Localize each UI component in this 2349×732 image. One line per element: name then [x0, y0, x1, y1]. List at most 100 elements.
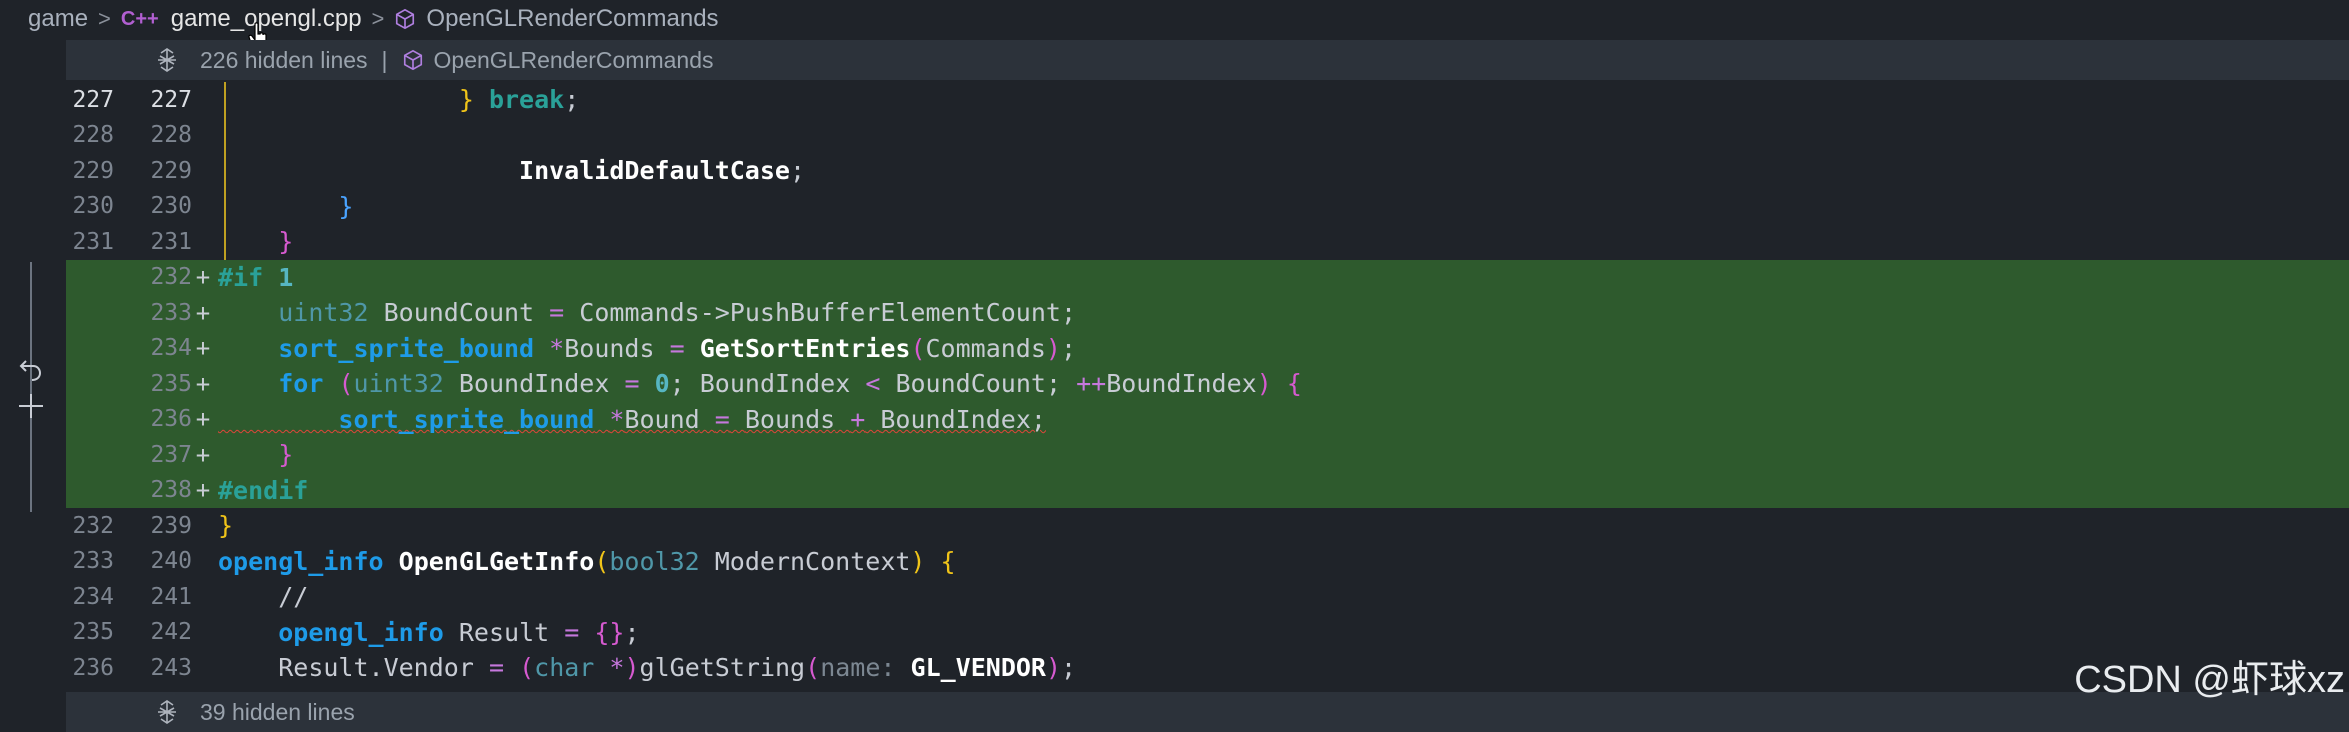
added-code-line[interactable]: 234 + sort_sprite_bound *Bounds = GetSor…	[66, 330, 2349, 366]
code-text: opengl_info Result = {};	[214, 617, 639, 647]
new-line-number: 233	[150, 299, 192, 326]
diff-marker: +	[195, 369, 211, 398]
token: for	[278, 369, 324, 399]
new-line-number: 240	[150, 548, 192, 575]
hidden-lines-bar[interactable]: 39 hidden lines	[66, 692, 2349, 732]
hidden-lines-bar[interactable]: 226 hidden lines | OpenGLRenderCommands	[66, 40, 2349, 80]
token: }	[278, 227, 294, 257]
code-text-error: sort_sprite_bound *Bound = Bounds + Boun…	[214, 405, 1046, 434]
token: }	[458, 85, 474, 115]
token: {	[940, 546, 956, 576]
old-line-number: 236	[72, 654, 114, 681]
token: char	[534, 653, 595, 683]
new-line-number: 238	[150, 477, 192, 504]
hidden-bar-separator: |	[381, 46, 388, 73]
code-text: uint32 BoundCount = Commands->PushBuffer…	[214, 298, 1076, 327]
added-code-line[interactable]: 232 + #if 1	[66, 259, 2349, 295]
token: =	[564, 617, 580, 647]
plus-icon[interactable]	[16, 391, 46, 421]
diff-change-rail	[30, 262, 32, 512]
added-code-line[interactable]: 233 + uint32 BoundCount = Commands->Push…	[66, 295, 2349, 331]
added-code-line[interactable]: 237 + }	[66, 437, 2349, 473]
token: opengl_info	[278, 617, 444, 647]
code-text: }	[214, 511, 233, 540]
new-line-number: 235	[150, 370, 192, 397]
code-text: opengl_info OpenGLGetInfo(bool32 ModernC…	[214, 547, 956, 576]
diff-marker: +	[195, 263, 211, 292]
added-code-line[interactable]: 235 + for (uint32 BoundIndex = 0; BoundI…	[66, 366, 2349, 402]
token: BoundCount;	[895, 369, 1062, 399]
hidden-lines-label: 39 hidden lines	[200, 698, 355, 725]
new-line-number: 243	[150, 654, 192, 681]
symbol-class-icon	[396, 8, 415, 30]
new-line-number: 242	[150, 619, 192, 646]
token: OpenGLGetInfo	[398, 546, 595, 576]
token: }	[278, 440, 294, 470]
added-code-line[interactable]: 236 + sort_sprite_bound *Bound = Bounds …	[66, 401, 2349, 437]
symbol-class-icon	[403, 49, 422, 71]
new-line-number: 241	[150, 583, 192, 610]
unfold-icon[interactable]	[154, 699, 180, 725]
code-text: #if 1	[214, 263, 293, 292]
code-line[interactable]: 230 230 }	[66, 189, 2349, 225]
code-text: }	[214, 440, 293, 469]
token: Bounds	[744, 404, 836, 434]
hidden-lines-label: 226 hidden lines	[200, 46, 368, 73]
cpp-file-icon: C++	[120, 7, 159, 30]
token: =	[714, 404, 730, 434]
code-line[interactable]: 236 243 Result.Vendor = (char *)glGetStr…	[66, 650, 2349, 686]
token: *	[609, 653, 625, 683]
unfold-icon[interactable]	[154, 47, 180, 73]
code-line[interactable]: 228 228	[66, 118, 2349, 154]
code-line[interactable]: 231 231 }	[66, 224, 2349, 260]
code-line[interactable]: 227 227 } break;	[66, 82, 2349, 118]
token: glGetString	[639, 653, 806, 683]
code-line[interactable]: 233 240 opengl_info OpenGLGetInfo(bool32…	[66, 544, 2349, 580]
hidden-bar-symbol[interactable]: OpenGLRenderCommands	[434, 47, 714, 74]
token: (	[594, 546, 610, 576]
token: Bounds	[564, 333, 655, 363]
breadcrumb-symbol[interactable]: OpenGLRenderCommands	[426, 5, 718, 33]
old-line-number: 228	[72, 122, 114, 149]
revert-icon[interactable]	[18, 355, 44, 383]
chevron-right-icon: >	[98, 6, 111, 31]
token: //	[278, 582, 309, 612]
token: uint32	[278, 298, 369, 328]
old-line-number: 234	[72, 583, 114, 610]
old-line-number: 230	[72, 193, 114, 220]
token: Commands->PushBufferElementCount;	[579, 298, 1076, 328]
token: =	[624, 369, 640, 399]
token: +	[850, 404, 866, 434]
code-line[interactable]: 234 241 //	[66, 579, 2349, 615]
new-line-number: 239	[150, 512, 192, 539]
token: }	[218, 511, 234, 541]
code-line[interactable]: 235 242 opengl_info Result = {};	[66, 615, 2349, 651]
token: =	[549, 298, 565, 328]
token: ;	[1061, 653, 1077, 683]
token: <	[865, 369, 881, 399]
new-line-number: 231	[150, 228, 192, 255]
token: {	[1286, 369, 1302, 399]
token: sort_sprite_bound	[338, 404, 595, 434]
token: GetSortEntries	[699, 333, 911, 363]
new-line-number: 237	[150, 441, 192, 468]
code-line[interactable]: 229 229 InvalidDefaultCase;	[66, 153, 2349, 189]
code-line[interactable]: 232 239 }	[66, 508, 2349, 544]
breadcrumb-root[interactable]: game	[28, 5, 88, 33]
diff-marker: +	[195, 298, 211, 327]
old-line-number: 227	[72, 86, 114, 113]
token: ModernContext	[714, 546, 911, 576]
code-text: }	[214, 227, 293, 256]
diff-marker: +	[195, 476, 211, 505]
new-line-number: 229	[150, 157, 192, 184]
diff-editor: 226 hidden lines | OpenGLRenderCommands …	[66, 40, 2349, 732]
token: )	[624, 653, 640, 683]
token: {}	[594, 617, 625, 647]
added-code-line[interactable]: 238 + #endif	[66, 472, 2349, 508]
token: bool32	[609, 546, 700, 576]
token: #if	[218, 262, 264, 292]
inlay-hint: name:	[820, 653, 896, 683]
old-line-number: 231	[72, 228, 114, 255]
code-text: Result.Vendor = (char *)glGetString(name…	[214, 653, 1076, 682]
chevron-right-icon: >	[371, 6, 385, 31]
